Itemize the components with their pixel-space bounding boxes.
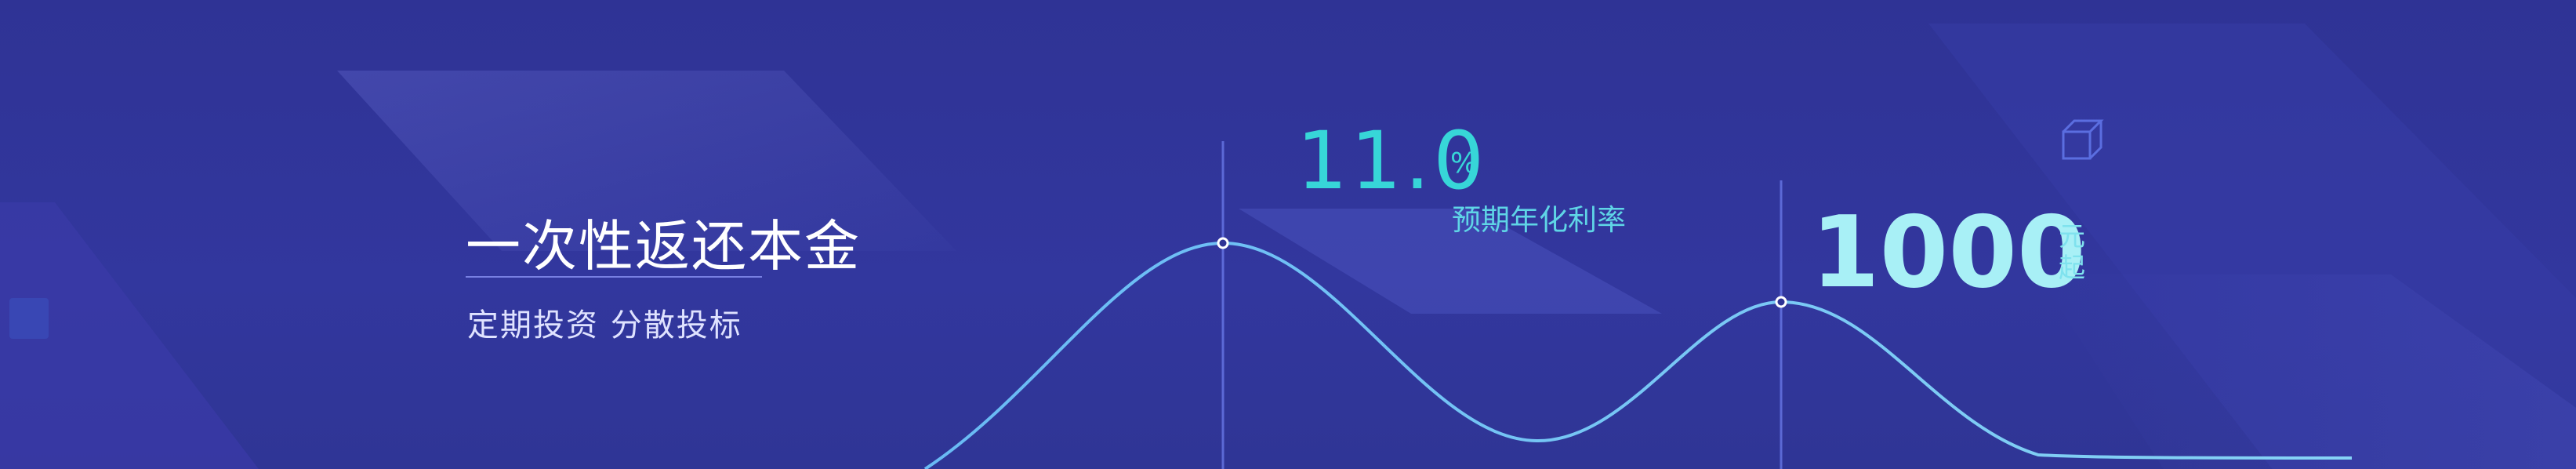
amount-unit-yuan: 元 bbox=[2059, 221, 2085, 253]
headline: 一次性返还本金 bbox=[466, 214, 861, 278]
deco-square-left bbox=[9, 298, 49, 339]
amount-unit: 元 起 bbox=[2059, 221, 2090, 284]
background-decoration bbox=[0, 24, 2576, 469]
amount-unit-qi: 起 bbox=[2059, 253, 2085, 284]
rate-caption: 预期年化利率 bbox=[1452, 203, 1626, 237]
promo-banner[interactable]: 一次性返还本金 定期投资 分散投标 11.0 % 预期年化利率 1000 元 起 bbox=[0, 0, 2576, 469]
marker-point-amount bbox=[1775, 296, 1787, 308]
rate-unit: % bbox=[1450, 147, 1478, 180]
marker-point-rate bbox=[1217, 237, 1229, 249]
subline: 定期投资 分散投标 bbox=[467, 307, 742, 344]
cube-outline-icon bbox=[2062, 119, 2104, 160]
amount-value: 1000 bbox=[1811, 195, 2086, 310]
headline-divider bbox=[466, 276, 762, 278]
